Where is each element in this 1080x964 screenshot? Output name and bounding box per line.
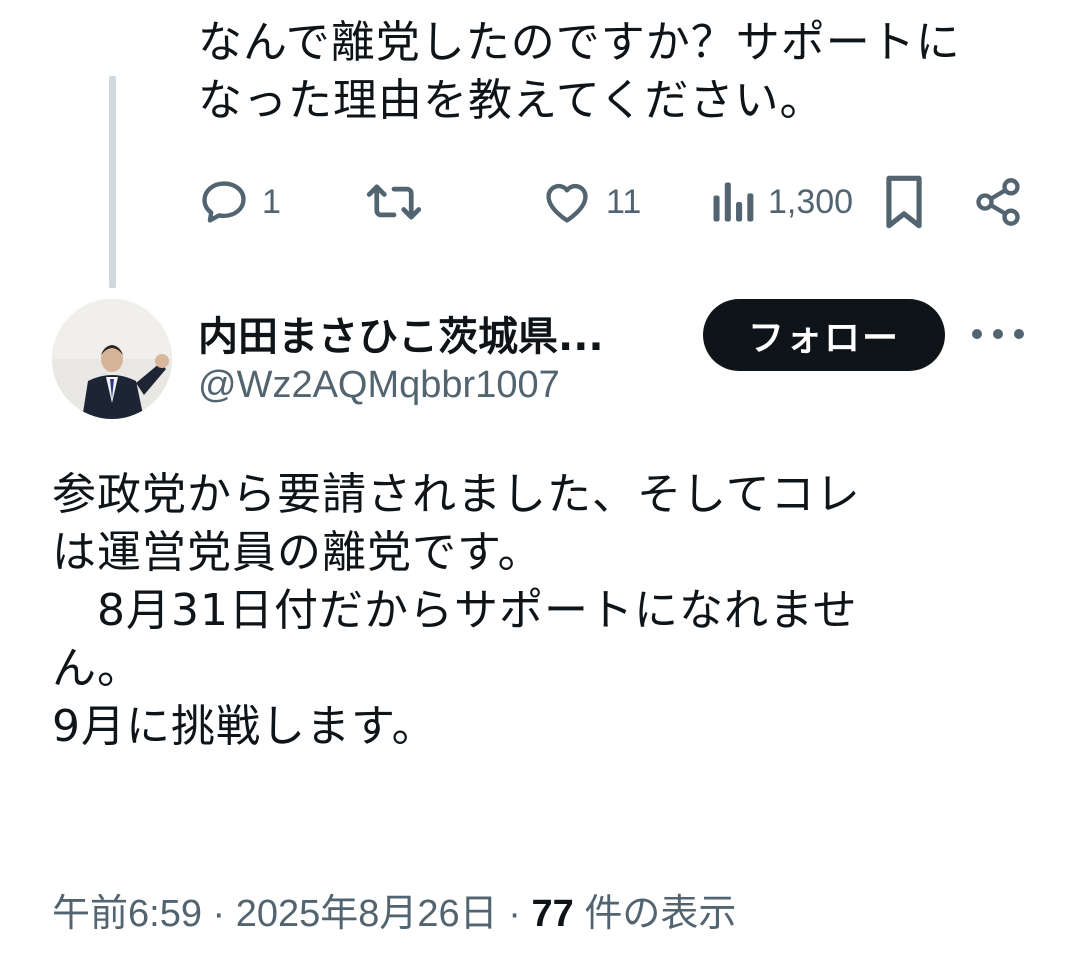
tweet-date[interactable]: 2025年8月26日	[236, 893, 498, 935]
share-button[interactable]	[972, 170, 1024, 234]
reply-tweet-line: 8月31日付だからサポートになれませ	[52, 585, 858, 636]
like-icon	[546, 183, 588, 223]
author-avatar[interactable]	[52, 299, 172, 419]
views-icon	[713, 182, 754, 222]
tweet-views-count[interactable]: 77	[531, 893, 573, 935]
reply-button[interactable]: 1	[198, 170, 281, 234]
tweet-views-label: 件の表示	[584, 893, 737, 935]
tweet-metadata: 午前6:59 · 2025年8月26日 · 77 件の表示	[52, 882, 736, 937]
parent-tweet-action-bar: 1 11 1,300	[198, 170, 1038, 234]
follow-button[interactable]: フォロー	[703, 299, 945, 371]
reply-tweet-line: ん。	[52, 643, 142, 694]
retweet-icon	[366, 184, 422, 220]
more-button[interactable]	[972, 318, 1024, 350]
meta-separator: ·	[508, 893, 521, 935]
avatar-photo	[52, 299, 172, 419]
parent-tweet-line: なんで離党したのですか？サポートに	[198, 17, 961, 68]
reply-tweet-text: 参政党から要請されました、そしてコレ は運営党員の離党です。 8月31日付だから…	[52, 466, 1042, 756]
parent-tweet-text: なんで離党したのですか？サポートに なった理由を教えてください。	[198, 14, 1038, 130]
parent-tweet-line: なった理由を教えてください。	[198, 75, 825, 126]
more-icon	[972, 329, 982, 339]
like-button[interactable]: 11	[540, 170, 641, 234]
like-count: 11	[606, 182, 642, 221]
bookmark-icon	[886, 175, 922, 229]
more-icon-dot	[993, 329, 1003, 339]
reply-icon	[202, 181, 246, 223]
reply-count: 1	[262, 182, 281, 221]
bookmark-button[interactable]	[882, 170, 926, 234]
author-handle[interactable]: @Wz2AQMqbbr1007	[198, 364, 560, 407]
more-icon-dot	[1014, 329, 1024, 339]
reply-tweet-line: 9月に挑戦します。	[52, 701, 437, 752]
reply-tweet-line: は運営党員の離党です。	[52, 527, 543, 578]
reply-tweet-line: 参政党から要請されました、そしてコレ	[52, 469, 861, 520]
views-button[interactable]: 1,300	[710, 170, 853, 234]
share-icon	[976, 178, 1020, 226]
retweet-button[interactable]	[366, 170, 434, 234]
view-count: 1,300	[768, 182, 854, 221]
tweet-time[interactable]: 午前6:59	[52, 893, 202, 935]
meta-separator: ·	[212, 893, 226, 935]
thread-connector-line	[109, 76, 116, 288]
author-name[interactable]: 内田まさひこ茨城県...	[198, 304, 604, 362]
